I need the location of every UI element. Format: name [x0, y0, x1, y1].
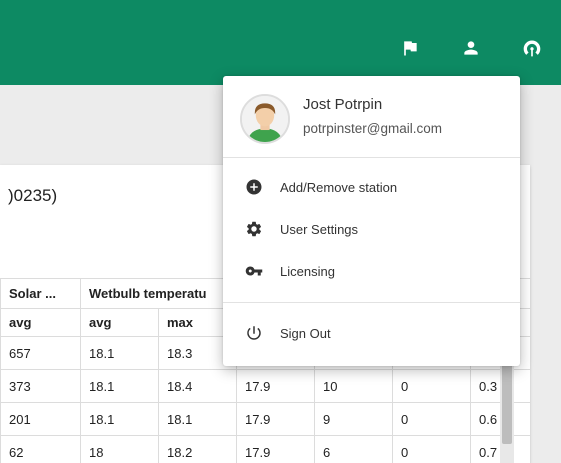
table-cell: 0	[392, 402, 471, 436]
table-cell: 201	[0, 402, 81, 436]
sign-out-item[interactable]: Sign Out	[223, 314, 520, 354]
table-cell: 6	[314, 435, 393, 463]
table-cell: 17.9	[236, 435, 315, 463]
table-cell: 0	[392, 435, 471, 463]
power-icon	[245, 324, 263, 342]
licensing-item[interactable]: Licensing	[223, 252, 520, 292]
table-cell: 9	[314, 402, 393, 436]
table-cell: 17.9	[236, 402, 315, 436]
table-cell: 18.1	[80, 336, 159, 370]
table-subheader: avg	[80, 308, 159, 337]
table-header[interactable]: Solar ...	[0, 278, 81, 309]
flag-icon[interactable]	[398, 36, 422, 60]
user-avatar-icon	[242, 96, 288, 142]
menu-item-label: User Settings	[280, 222, 359, 237]
table-cell: 17.9	[236, 369, 315, 403]
avatar	[240, 94, 290, 144]
table-cell: 657	[0, 336, 81, 370]
menu-item-label: Sign Out	[280, 326, 331, 341]
menu-item-label: Add/Remove station	[280, 180, 398, 195]
user-name: Jost Potrpin	[303, 96, 383, 113]
wireless-icon[interactable]	[520, 36, 544, 60]
add-circle-icon	[245, 178, 263, 196]
table-cell: 18.2	[158, 435, 237, 463]
key-icon	[245, 262, 263, 280]
table-row: 201 18.1 18.1 17.9 9 0 0.6	[0, 402, 531, 436]
table-cell: 18	[80, 435, 159, 463]
table-cell: 18.1	[158, 402, 237, 436]
table-cell: 18.1	[80, 369, 159, 403]
page-title: )0235)	[8, 186, 58, 205]
table-row: 62 18 18.2 17.9 6 0 0.7	[0, 435, 531, 463]
table-cell: 10	[314, 369, 393, 403]
gear-icon	[245, 220, 263, 238]
add-remove-station-item[interactable]: Add/Remove station	[223, 168, 520, 208]
menu-divider	[223, 302, 520, 303]
menu-divider	[223, 157, 520, 158]
table-row: 373 18.1 18.4 17.9 10 0 0.3	[0, 369, 531, 403]
table-cell: 18.1	[80, 402, 159, 436]
table-cell: 0	[392, 369, 471, 403]
table-cell: 18.4	[158, 369, 237, 403]
user-settings-item[interactable]: User Settings	[223, 210, 520, 250]
menu-item-label: Licensing	[280, 264, 335, 279]
user-email: potrpinster@gmail.com	[303, 121, 443, 136]
person-icon[interactable]	[459, 36, 483, 60]
table-subheader: avg	[0, 308, 81, 337]
table-cell: 62	[0, 435, 81, 463]
table-header[interactable]: Wetbulb temperatu	[80, 278, 237, 309]
table-cell: 373	[0, 369, 81, 403]
